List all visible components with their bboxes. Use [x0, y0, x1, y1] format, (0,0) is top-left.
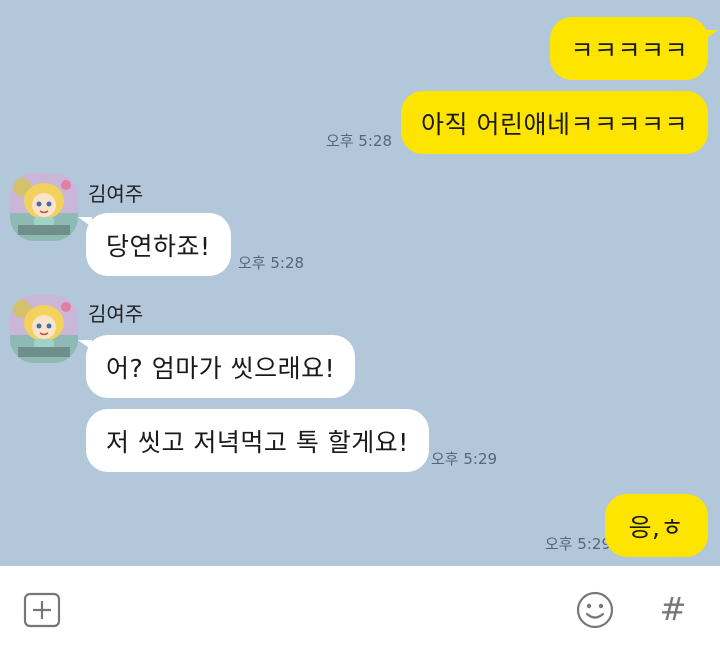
message-text: 저 씻고 저녁먹고 톡 할게요! — [106, 427, 409, 457]
message-time: 오후 5:29 — [544, 535, 611, 553]
their-message-bubble[interactable]: 저 씻고 저녁먹고 톡 할게요! — [86, 409, 429, 472]
chat-area: ㅋㅋㅋㅋㅋ 오후 5:28 아직 어린애네ㅋㅋㅋㅋㅋ 김여주 당연하죠! 오후 … — [0, 0, 720, 566]
message-text: 당연하죠! — [106, 231, 211, 261]
plus-square-icon — [23, 592, 61, 628]
hash-icon: # — [659, 590, 687, 628]
my-message-bubble[interactable]: ㅋㅋㅋㅋㅋ — [550, 17, 708, 80]
message-text: 응,ㅎ — [628, 512, 684, 542]
emoji-button[interactable] — [574, 590, 616, 630]
my-message-bubble[interactable]: 응,ㅎ — [604, 494, 708, 557]
smiley-icon — [576, 591, 614, 629]
message-text: 어? 엄마가 씻으래요! — [106, 353, 336, 383]
hash-button[interactable]: # — [652, 588, 694, 630]
avatar[interactable] — [10, 295, 78, 363]
sender-name: 김여주 — [88, 302, 144, 326]
message-time: 오후 5:28 — [325, 132, 392, 150]
message-time: 오후 5:29 — [431, 450, 498, 468]
sender-name: 김여주 — [88, 182, 144, 206]
message-text: ㅋㅋㅋㅋㅋ — [570, 35, 688, 65]
message-time: 오후 5:28 — [238, 254, 305, 272]
attach-button[interactable] — [22, 591, 62, 629]
message-input-bar: # — [0, 566, 720, 651]
bubble-tail — [704, 30, 718, 40]
avatar[interactable] — [10, 173, 78, 241]
my-message-bubble[interactable]: 아직 어린애네ㅋㅋㅋㅋㅋ — [401, 91, 708, 154]
message-text: 아직 어린애네ㅋㅋㅋㅋㅋ — [421, 109, 688, 139]
their-message-bubble[interactable]: 당연하죠! — [86, 213, 231, 276]
their-message-bubble[interactable]: 어? 엄마가 씻으래요! — [86, 335, 356, 398]
